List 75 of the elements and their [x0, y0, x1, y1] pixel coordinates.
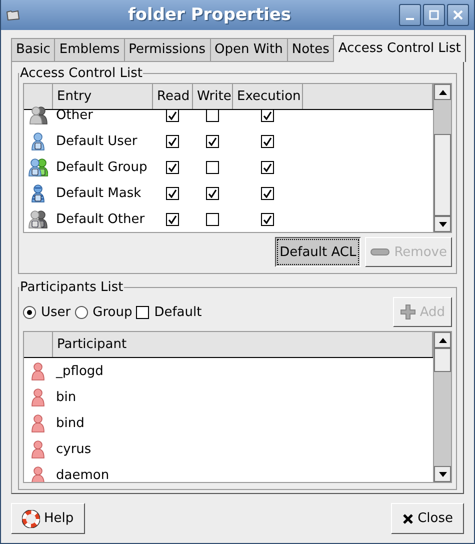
checkbox[interactable]: [260, 186, 274, 200]
close-icon: [402, 512, 414, 524]
down-arrow-icon: [438, 222, 446, 226]
frame-title: Access Control List: [19, 66, 144, 81]
default-acl-button[interactable]: Default ACL: [274, 237, 362, 267]
checkbox[interactable]: [166, 186, 178, 200]
lifebuoy-icon: [22, 510, 40, 528]
entry-name: Default Mask: [55, 186, 142, 200]
help-button[interactable]: Help: [11, 503, 85, 534]
window-title: folder Properties: [126, 5, 292, 25]
checkbox[interactable]: [206, 212, 218, 226]
checkmark-icon: [168, 214, 176, 224]
checkbox[interactable]: [260, 212, 274, 226]
participant-name[interactable]: cyrus: [52, 442, 92, 456]
participant-name[interactable]: bind: [52, 416, 84, 430]
checkmark-icon: [168, 162, 176, 172]
tab[interactable]: Basic: [11, 38, 56, 62]
entry-name: Default User: [55, 134, 138, 148]
maximize-button[interactable]: [423, 4, 445, 26]
up-arrow-icon: [438, 338, 446, 342]
maximize-icon: [429, 10, 439, 20]
checkmark-icon: [168, 110, 176, 120]
participant-name[interactable]: bin: [52, 390, 76, 404]
scrollbar-thumb[interactable]: [434, 348, 451, 372]
tab[interactable]: Emblems: [54, 38, 125, 62]
participant-name[interactable]: _pflogd: [52, 364, 104, 378]
scrollbar[interactable]: [433, 84, 451, 232]
checkmark-icon: [262, 110, 272, 120]
participant-name[interactable]: daemon: [52, 468, 110, 482]
checkbox[interactable]: [166, 134, 178, 148]
checkmark-icon: [262, 162, 272, 172]
radio-option[interactable]: User: [23, 304, 71, 320]
tab[interactable]: Open With: [210, 38, 288, 62]
close-button[interactable]: [447, 4, 469, 26]
checkbox[interactable]: [206, 186, 218, 200]
checkbox[interactable]: [166, 108, 178, 122]
tab[interactable]: Access Control List: [333, 35, 466, 62]
checkbox-option[interactable]: Default: [136, 304, 202, 320]
close-dialog-button[interactable]: Close: [390, 503, 464, 534]
down-arrow-icon: [438, 472, 446, 476]
plus-icon: [400, 304, 416, 320]
users-icon: [28, 157, 48, 177]
checkmark-icon: [262, 136, 272, 146]
users-icon: [28, 209, 48, 229]
minus-icon: [370, 248, 390, 256]
entry-name: Other: [55, 108, 94, 122]
tab[interactable]: Permissions: [124, 38, 210, 62]
minimize-icon: [406, 18, 414, 20]
checkmark-icon: [168, 188, 176, 198]
radio-option[interactable]: Group: [74, 304, 132, 320]
checkbox[interactable]: [206, 160, 218, 174]
checkbox[interactable]: [260, 134, 274, 148]
checkbox[interactable]: [260, 108, 274, 122]
checkbox[interactable]: [166, 212, 178, 226]
checkmark-icon: [262, 214, 272, 224]
scrollbar[interactable]: [433, 332, 451, 482]
users-icon: [28, 105, 48, 125]
checkmark-icon: [208, 188, 216, 198]
minimize-button[interactable]: [399, 4, 421, 26]
column-header[interactable]: Entry: [53, 84, 153, 109]
entry-name: Default Group: [55, 160, 148, 174]
tab[interactable]: Notes: [286, 38, 334, 62]
checkbox[interactable]: [260, 160, 274, 174]
up-arrow-icon: [438, 90, 446, 94]
checkmark-icon: [208, 136, 216, 146]
checkmark-icon: [168, 136, 176, 146]
frame-title: Participants List: [19, 280, 124, 295]
close-icon: [453, 10, 463, 20]
scrollbar-thumb[interactable]: [434, 134, 451, 216]
checkmark-icon: [262, 188, 272, 198]
checkbox[interactable]: [166, 160, 178, 174]
folder-icon: [6, 9, 20, 21]
entry-name: Default Other: [55, 212, 146, 226]
checkbox[interactable]: [206, 108, 218, 122]
checkbox[interactable]: [206, 134, 218, 148]
